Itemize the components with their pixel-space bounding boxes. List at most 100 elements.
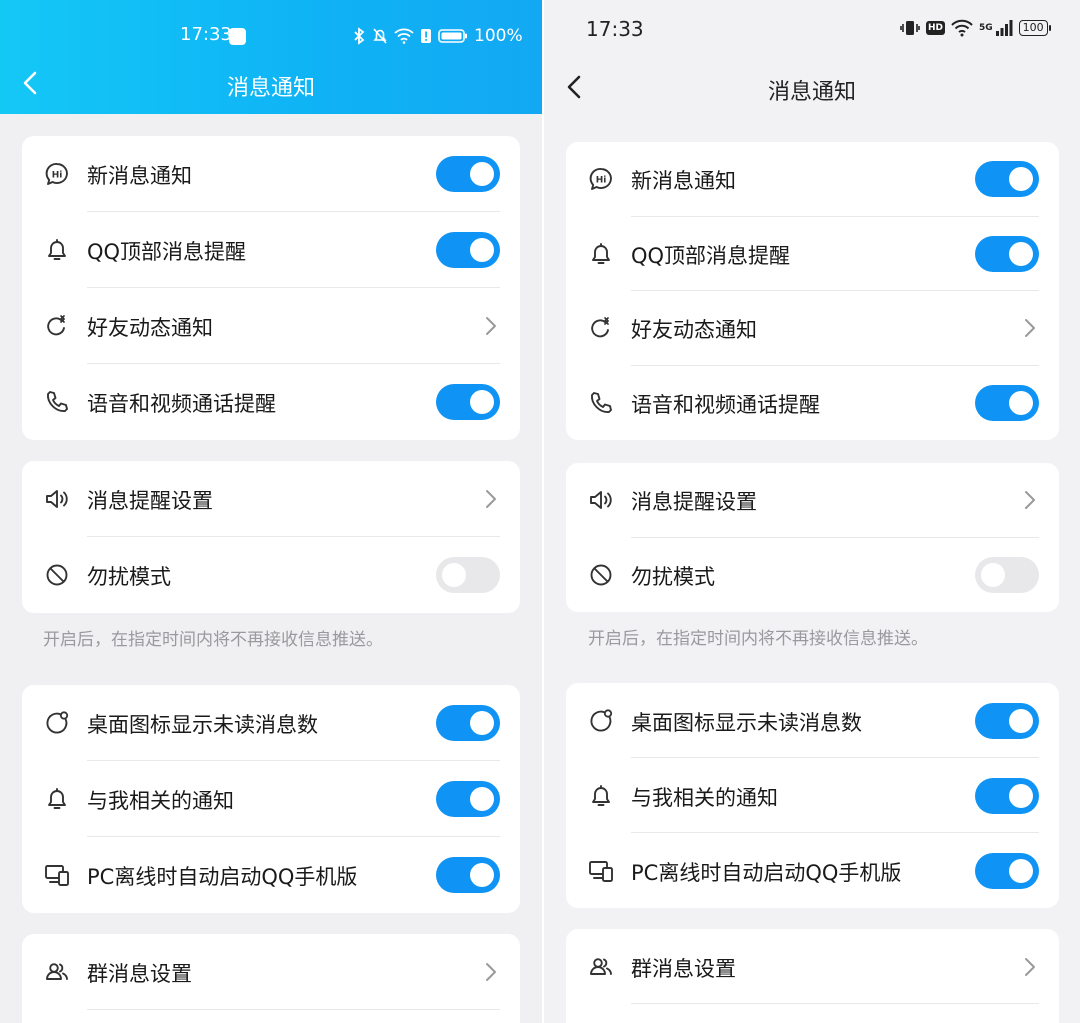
dnd-hint-text: 开启后，在指定时间内将不再接收信息推送。 — [588, 629, 928, 649]
settings-row[interactable]: 勿扰模式 — [22, 537, 520, 613]
refresh-star-icon — [588, 315, 614, 341]
devices-icon — [44, 862, 70, 888]
settings-row[interactable]: Hi 新消息通知 — [566, 142, 1059, 217]
settings-row-label: 消息提醒设置 — [631, 490, 757, 515]
wifi-icon — [951, 19, 973, 37]
toggle-switch-off[interactable] — [436, 557, 500, 593]
desktop-group-card: 桌面图标显示未读消息数与我相关的通知 PC离线时自动启动QQ手机版 — [22, 685, 520, 913]
settings-row[interactable]: 群消息设置 — [22, 934, 520, 1010]
chevron-right-icon — [1023, 957, 1037, 977]
settings-row[interactable]: 消息提醒设置 — [22, 461, 520, 537]
settings-row-label: 群消息设置 — [631, 956, 736, 981]
settings-row[interactable]: 与我相关的通知 — [566, 758, 1059, 833]
group-settings-card: 群消息设置 — [22, 934, 520, 1023]
settings-row[interactable]: 语音和视频通话提醒 — [22, 364, 520, 440]
settings-row-label: 与我相关的通知 — [87, 789, 234, 813]
settings-row[interactable]: PC离线时自动启动QQ手机版 — [566, 833, 1059, 908]
settings-row[interactable]: 与我相关的通知 — [22, 761, 520, 837]
toggle-switch-on[interactable] — [975, 852, 1039, 889]
notification-group-card: Hi 新消息通知 QQ顶部消息提醒 好友动态通知语音和视频通话提醒 — [566, 142, 1059, 440]
app-notification-icon — [229, 28, 246, 45]
battery-icon: 100 — [1018, 20, 1051, 36]
settings-row-label: 新消息通知 — [87, 164, 192, 188]
speaker-icon — [588, 487, 614, 513]
toggle-switch-on[interactable] — [436, 384, 500, 420]
status-time: 17:33 — [586, 17, 644, 41]
notification-group-card: Hi 新消息通知 QQ顶部消息提醒 好友动态通知语音和视频通话提醒 — [22, 136, 520, 440]
app-header: 17:33 100% 消息通知 — [0, 0, 542, 114]
badge-icon — [44, 710, 70, 736]
settings-row-label: 勿扰模式 — [87, 565, 171, 589]
toggle-switch-on[interactable] — [975, 384, 1039, 421]
battery-percent: 100% — [474, 26, 523, 46]
settings-row[interactable]: QQ顶部消息提醒 — [566, 217, 1059, 291]
battery-icon — [438, 29, 467, 43]
settings-row-label: 消息提醒设置 — [87, 489, 213, 513]
settings-row[interactable]: 群消息设置 — [566, 929, 1059, 1004]
settings-row-label: 语音和视频通话提醒 — [87, 392, 276, 416]
settings-row-label: 勿扰模式 — [631, 564, 715, 589]
settings-row[interactable]: QQ顶部消息提醒 — [22, 212, 520, 288]
devices-icon — [588, 858, 614, 884]
toggle-switch-on[interactable] — [975, 777, 1039, 814]
dnd-hint-text: 开启后，在指定时间内将不再接收信息推送。 — [43, 630, 383, 650]
wifi-icon — [394, 28, 414, 44]
toggle-switch-on[interactable] — [436, 857, 500, 893]
toggle-switch-on[interactable] — [436, 232, 500, 268]
desktop-group-card: 桌面图标显示未读消息数 与我相关的通知 PC离线时自动启动QQ手机版 — [566, 683, 1059, 908]
settings-row-label: 好友动态通知 — [631, 318, 757, 343]
hi-chat-icon: Hi — [588, 166, 614, 192]
bell-icon — [588, 241, 614, 267]
phone-icon — [44, 389, 70, 415]
settings-row[interactable]: 勿扰模式 — [566, 538, 1059, 613]
reminder-group-card: 消息提醒设置 勿扰模式 — [22, 461, 520, 613]
status-icons: HD 5G 100 — [900, 18, 1051, 38]
settings-row[interactable]: 好友动态通知 — [566, 291, 1059, 366]
toggle-switch-on[interactable] — [975, 161, 1039, 198]
mute-bell-icon — [373, 28, 387, 44]
settings-row-label: QQ顶部消息提醒 — [87, 240, 247, 264]
chevron-right-icon — [484, 316, 498, 336]
toggle-switch-on[interactable] — [436, 781, 500, 817]
toggle-switch-on[interactable] — [975, 235, 1039, 272]
bell-icon — [44, 237, 70, 263]
row-divider — [631, 1003, 1039, 1004]
settings-row[interactable]: 桌面图标显示未读消息数 — [566, 683, 1059, 758]
badge-icon — [588, 708, 614, 734]
chevron-right-icon — [1023, 490, 1037, 510]
toggle-switch-on[interactable] — [436, 156, 500, 192]
settings-row[interactable]: 消息提醒设置 — [566, 463, 1059, 538]
network-badge: 5G — [979, 23, 993, 33]
svg-text:Hi: Hi — [596, 176, 607, 186]
toggle-switch-on[interactable] — [436, 705, 500, 741]
svg-text:Hi: Hi — [52, 171, 63, 181]
settings-row-label: 与我相关的通知 — [631, 785, 778, 810]
toggle-switch-on[interactable] — [975, 702, 1039, 739]
settings-row[interactable]: 桌面图标显示未读消息数 — [22, 685, 520, 761]
page-title: 消息通知 — [767, 80, 856, 105]
bluetooth-icon — [354, 27, 365, 45]
alert-icon — [421, 29, 431, 43]
settings-row[interactable]: PC离线时自动启动QQ手机版 — [22, 837, 520, 913]
settings-row-label: QQ顶部消息提醒 — [631, 243, 791, 268]
group-icon — [44, 959, 70, 985]
settings-row[interactable]: 好友动态通知 — [22, 288, 520, 364]
settings-row[interactable]: 语音和视频通话提醒 — [566, 366, 1059, 441]
toggle-switch-off[interactable] — [975, 556, 1039, 593]
settings-row-label: 群消息设置 — [87, 962, 192, 986]
reminder-group-card: 消息提醒设置 勿扰模式 — [566, 463, 1059, 612]
hi-chat-icon: Hi — [44, 161, 70, 187]
row-divider — [87, 1009, 500, 1010]
settings-row[interactable]: Hi 新消息通知 — [22, 136, 520, 212]
settings-row-label: 桌面图标显示未读消息数 — [631, 710, 862, 735]
phone-icon — [588, 390, 614, 416]
page-title: 消息通知 — [226, 76, 315, 101]
left-screen: 17:33 100% 消息通知 Hi 新消息通知 QQ顶部消息提醒 好友动态通知语音和… — [0, 0, 542, 1023]
bell-icon — [588, 783, 614, 809]
group-settings-card: 群消息设置 — [566, 929, 1059, 1023]
settings-row-label: 好友动态通知 — [87, 316, 213, 340]
speaker-icon — [44, 486, 70, 512]
group-icon — [588, 954, 614, 980]
settings-row-label: 新消息通知 — [631, 169, 736, 194]
status-icons: 100% — [352, 26, 523, 46]
